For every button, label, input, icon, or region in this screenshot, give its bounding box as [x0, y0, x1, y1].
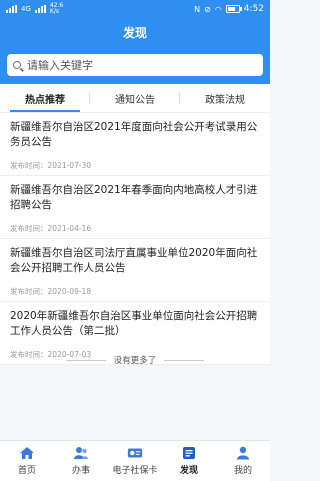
network-speed-unit: K/s — [49, 8, 59, 15]
divider-line — [65, 359, 106, 361]
no-more-text: 没有更多了 — [113, 356, 157, 366]
tab-label: 通知公告 — [115, 94, 155, 106]
people-icon — [73, 446, 89, 460]
article-date: 发布时间：2020-09-18 — [10, 286, 260, 297]
article-date: 发布时间：2021-04-16 — [10, 223, 260, 234]
article-title: 2020年新疆维吾尔自治区事业单位面向社会公开招聘工作人员公告（第二批） — [10, 310, 258, 337]
search-icon — [13, 61, 21, 69]
article-title: 新疆维吾尔自治区2021年春季面向内地高校人才引进招聘公告 — [10, 184, 258, 211]
search-input[interactable] — [27, 58, 227, 72]
search-bar-container — [0, 46, 270, 84]
nav-label: 办事 — [71, 466, 90, 476]
list-item[interactable]: 新疆维吾尔自治区2021年春季面向内地高校人才引进招聘公告 发布时间：2021-… — [0, 176, 270, 239]
network-type: 4G — [21, 5, 31, 13]
article-list: 新疆维吾尔自治区2021年度面向社会公开考试录用公务员公告 发布时间：2021-… — [0, 113, 270, 365]
signal-icon-2 — [34, 5, 46, 13]
nav-label: 我的 — [233, 466, 252, 476]
signal-icon — [6, 5, 17, 13]
list-item[interactable]: 新疆维吾尔自治区2021年度面向社会公开考试录用公务员公告 发布时间：2021-… — [0, 113, 270, 176]
card-icon — [127, 446, 143, 460]
tab-label: 热点推荐 — [25, 94, 65, 106]
category-tabs: 热点推荐 通知公告 政策法规 — [0, 84, 270, 113]
home-icon — [19, 446, 35, 460]
date-value: 2020-09-18 — [47, 287, 92, 296]
tab-hot-recommend[interactable]: 热点推荐 — [0, 84, 90, 112]
nav-home[interactable]: 首页 — [0, 441, 54, 481]
date-prefix: 发布时间： — [10, 161, 48, 170]
user-icon — [235, 446, 251, 460]
mute-icon: ⊘ — [204, 4, 211, 14]
nav-label: 发现 — [179, 466, 198, 476]
article-date: 发布时间：2021-07-30 — [10, 160, 260, 171]
clock: 4:52 — [243, 4, 264, 14]
divider-line — [164, 359, 205, 361]
article-title: 新疆维吾尔自治区2021年度面向社会公开考试录用公务员公告 — [10, 121, 258, 148]
status-bar: 4G 42.6 K/s N ⊘ ◠ 4:52 — [0, 0, 270, 18]
nav-profile[interactable]: 我的 — [216, 441, 270, 481]
nav-social-security-card[interactable]: 电子社保卡 — [108, 441, 162, 481]
nav-services[interactable]: 办事 — [54, 441, 108, 481]
nav-label: 首页 — [17, 466, 36, 476]
date-prefix: 发布时间： — [10, 287, 48, 296]
list-item[interactable]: 新疆维吾尔自治区司法厅直属事业单位2020年面向社会公开招聘工作人员公告 发布时… — [0, 239, 270, 302]
date-value: 2021-07-30 — [47, 161, 92, 170]
date-prefix: 发布时间： — [10, 224, 48, 233]
battery-icon — [225, 5, 242, 13]
list-end-indicator: 没有更多了 — [0, 352, 270, 368]
nfc-icon: N — [194, 4, 201, 14]
discover-icon — [181, 446, 197, 460]
tab-policies[interactable]: 政策法规 — [180, 84, 270, 112]
bottom-nav: 首页 办事 电子社保卡 发现 我的 — [0, 440, 270, 481]
article-title: 新疆维吾尔自治区司法厅直属事业单位2020年面向社会公开招聘工作人员公告 — [10, 247, 258, 274]
nav-discover[interactable]: 发现 — [162, 441, 216, 481]
tab-notices[interactable]: 通知公告 — [90, 84, 180, 112]
wifi-icon: ◠ — [214, 4, 222, 14]
tab-label: 政策法规 — [205, 94, 245, 106]
page-header: 发现 — [0, 18, 270, 46]
page-title: 发现 — [122, 25, 147, 40]
nav-label: 电子社保卡 — [112, 466, 158, 476]
date-value: 2021-04-16 — [47, 224, 92, 233]
search-box[interactable] — [7, 54, 263, 76]
